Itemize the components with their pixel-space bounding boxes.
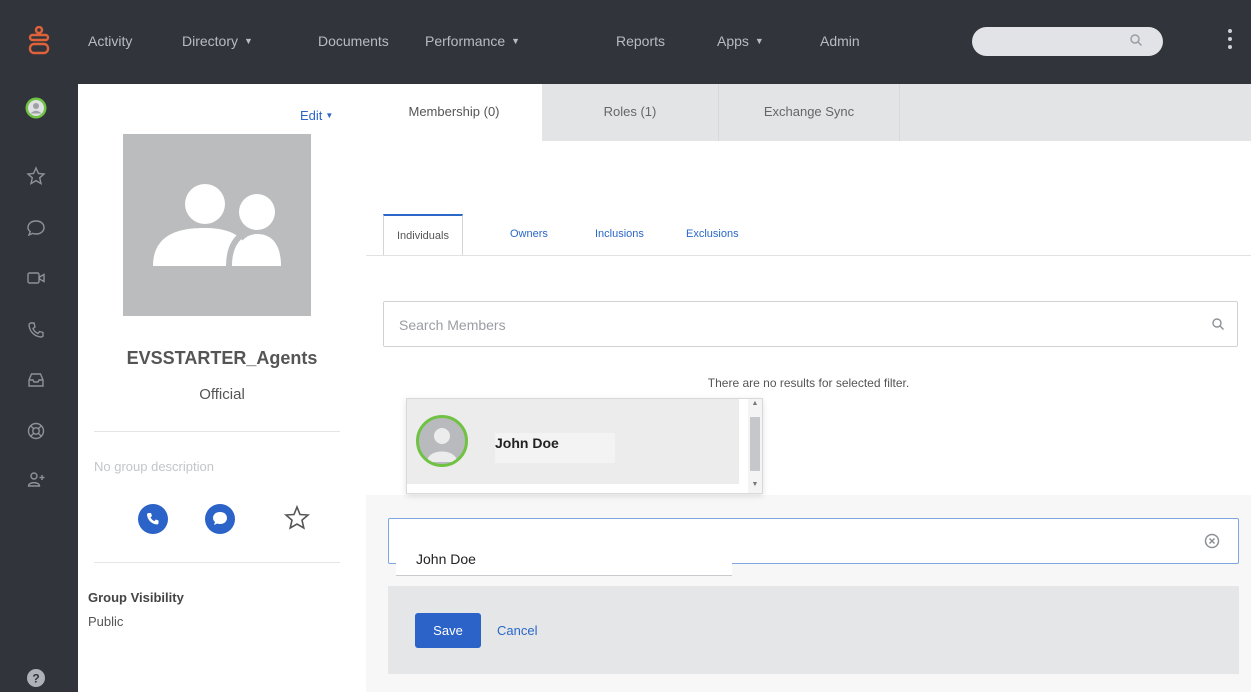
scrollbar-thumb[interactable] [750,417,760,471]
scroll-down-icon[interactable]: ▼ [748,481,762,488]
people-icon[interactable] [26,470,46,490]
favorite-star-icon[interactable] [284,505,310,531]
suggestion-name: John Doe [495,433,615,463]
group-profile-panel: Edit ▼ EVSSTARTER_Agents Official No grou… [78,84,366,692]
tab-roles[interactable]: Roles (1) [542,84,719,141]
subtab-individuals[interactable]: Individuals [383,214,463,256]
divider [94,431,340,432]
nav-apps[interactable]: Apps ▼ [717,33,764,49]
add-member-value[interactable]: John Doe [396,542,732,576]
nav-directory[interactable]: Directory ▼ [182,33,253,49]
nav-admin[interactable]: Admin [820,33,860,49]
save-button[interactable]: Save [415,613,481,648]
user-icon [427,428,457,462]
subtab-exclusions[interactable]: Exclusions [686,214,739,254]
chat-icon[interactable] [26,218,46,238]
edit-menu-button[interactable]: Edit ▼ [300,108,333,123]
divider [366,255,1251,256]
left-rail [0,84,78,692]
scroll-up-icon[interactable]: ▲ [748,400,762,407]
phone-icon [147,513,159,525]
phone-icon[interactable] [26,320,46,340]
tab-membership[interactable]: Membership (0) [366,84,542,141]
svg-text:?: ? [32,672,39,686]
clear-input-icon[interactable] [1204,533,1220,549]
nav-documents[interactable]: Documents [318,33,389,49]
divider [94,562,340,563]
chat-group-button[interactable] [205,504,235,534]
action-panel: Save Cancel [388,586,1239,674]
nav-performance[interactable]: Performance ▼ [425,33,520,49]
user-avatar [416,415,468,467]
inbox-icon[interactable] [26,370,46,390]
caret-down-icon: ▼ [511,36,521,46]
video-icon[interactable] [26,268,46,288]
group-people-icon [153,184,281,267]
caret-down-icon: ▼ [325,111,334,120]
top-navigation-bar: Activity Directory ▼ Documents Performanc… [0,0,1251,84]
visibility-value: Public [88,614,124,629]
global-search-input[interactable] [972,27,1163,56]
nav-activity[interactable]: Activity [88,33,132,49]
search-members-placeholder: Search Members [399,317,506,333]
cancel-button[interactable]: Cancel [497,613,537,648]
main-content: Membership (0) Roles (1) Exchange Sync I… [366,84,1251,692]
search-icon[interactable] [1211,317,1225,331]
presence-avatar-icon[interactable] [24,96,48,120]
caret-down-icon: ▼ [244,36,253,46]
app-logo-icon[interactable] [28,26,50,56]
group-avatar [123,134,311,316]
visibility-label: Group Visibility [88,590,184,605]
caret-down-icon: ▼ [754,36,764,46]
search-members-input[interactable]: Search Members [383,301,1238,347]
tab-bar: Membership (0) Roles (1) Exchange Sync [366,84,1251,141]
group-name: EVSSTARTER_Agents [126,348,318,368]
support-icon[interactable] [26,421,46,441]
group-type: Official [199,386,245,403]
tab-exchange-sync[interactable]: Exchange Sync [719,84,900,141]
subtab-inclusions[interactable]: Inclusions [595,214,644,254]
suggestion-option[interactable]: John Doe [407,399,739,484]
empty-results-message: There are no results for selected filter… [707,376,910,390]
dropdown-scrollbar[interactable]: ▲ ▼ [748,399,762,493]
call-group-button[interactable] [138,504,168,534]
help-icon[interactable]: ? [26,668,46,688]
star-icon[interactable] [26,166,46,186]
search-icon[interactable] [1129,33,1143,47]
kebab-icon[interactable] [1224,29,1236,55]
chat-icon [213,512,227,525]
group-description: No group description [94,459,214,474]
member-suggestion-dropdown: John Doe ▲ ▼ [406,398,763,494]
nav-reports[interactable]: Reports [616,33,665,49]
subtab-owners[interactable]: Owners [510,214,548,254]
